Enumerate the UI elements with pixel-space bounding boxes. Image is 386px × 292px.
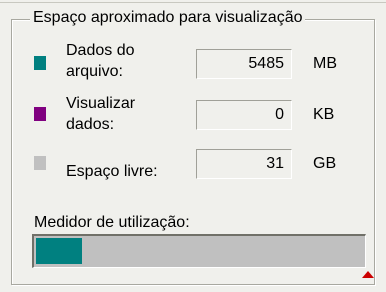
file-data-color-swatch — [34, 56, 46, 70]
preview-data-color-swatch — [34, 107, 46, 121]
file-data-value: 5485 — [196, 49, 292, 79]
preview-data-value: 0 — [196, 100, 292, 130]
usage-meter — [32, 234, 366, 268]
free-space-value: 31 — [196, 149, 292, 179]
preview-data-unit: KB — [313, 106, 335, 123]
preview-data-label: Visualizar dados: — [66, 95, 136, 133]
file-data-unit: MB — [313, 55, 337, 72]
usage-marker-triangle-icon — [362, 271, 374, 278]
free-space-color-swatch — [34, 156, 46, 170]
free-space-unit: GB — [313, 155, 337, 172]
group-title: Espaço aproximado para visualização — [30, 8, 306, 28]
free-space-label: Espaço livre: — [66, 163, 158, 180]
usage-meter-used-fill — [36, 238, 82, 264]
top-divider — [0, 2, 386, 3]
usage-meter-label: Medidor de utilização: — [34, 214, 190, 231]
file-data-label: Dados do arquivo: — [66, 42, 135, 80]
